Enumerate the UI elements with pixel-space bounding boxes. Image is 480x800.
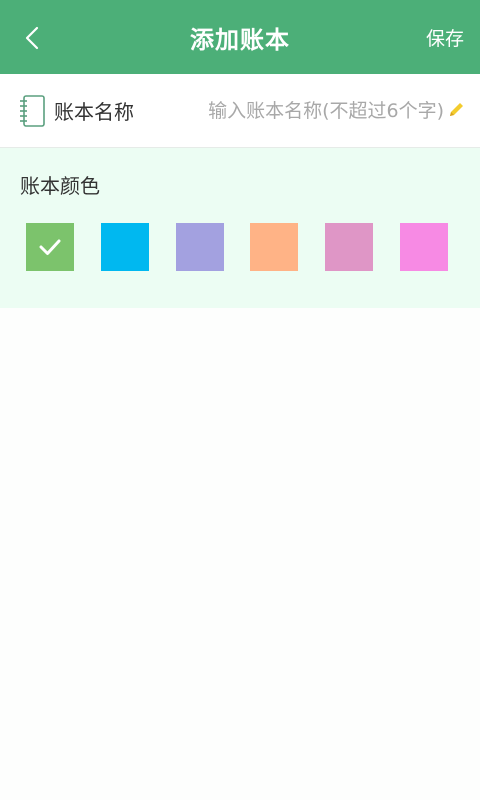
checkmark-icon: [39, 239, 61, 255]
color-swatch[interactable]: [400, 223, 448, 271]
book-name-input[interactable]: [172, 92, 444, 130]
color-swatch[interactable]: [325, 223, 373, 271]
color-swatch[interactable]: [26, 223, 74, 271]
book-color-title: 账本颜色: [20, 174, 100, 198]
book-color-section: 账本颜色: [0, 148, 480, 308]
page-title: 添加账本: [190, 25, 290, 54]
pencil-icon: [450, 103, 463, 116]
chevron-left-icon: [25, 26, 39, 50]
book-name-row: 账本名称: [0, 74, 480, 148]
color-swatch[interactable]: [250, 223, 298, 271]
save-button[interactable]: 保存: [426, 24, 464, 51]
color-swatch-row: [26, 223, 456, 271]
book-name-label: 账本名称: [54, 100, 134, 124]
notebook-icon: [18, 94, 46, 128]
back-button[interactable]: [14, 20, 50, 56]
app-header: 添加账本 保存: [0, 0, 480, 74]
color-swatch[interactable]: [101, 223, 149, 271]
color-swatch[interactable]: [176, 223, 224, 271]
